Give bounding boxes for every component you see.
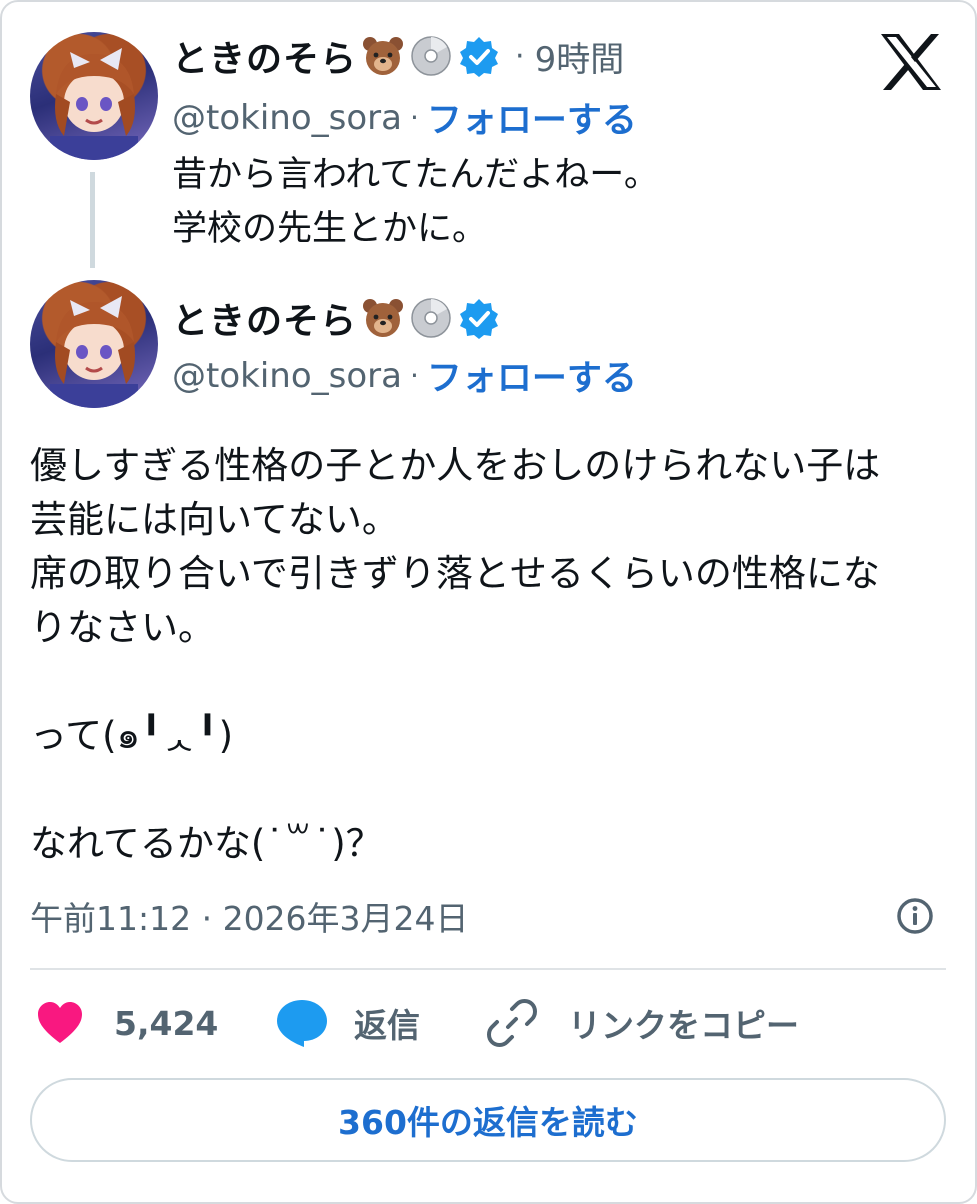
avatar-image: [50, 48, 138, 160]
avatar[interactable]: [30, 280, 158, 408]
post-timestamp[interactable]: 午前11:12 · 2026年3月24日: [30, 892, 469, 940]
disc-icon: [411, 298, 451, 338]
quoted-handle-row: @tokino_sora · フォローする: [172, 92, 637, 143]
disc-icon: [411, 36, 451, 76]
quoted-author-row: ときのそら · 9時間: [172, 30, 624, 82]
link-icon: [487, 999, 537, 1047]
heart-icon: [38, 1002, 82, 1043]
bear-face-icon: [363, 37, 404, 75]
like-count: 5,424: [114, 1003, 219, 1043]
info-icon[interactable]: [895, 896, 935, 936]
x-logo-icon[interactable]: [879, 32, 943, 92]
bear-face-icon: [363, 299, 404, 337]
follow-button[interactable]: フォローする: [427, 92, 637, 143]
read-replies-button[interactable]: 360件の返信を読む: [30, 1078, 946, 1162]
like-button[interactable]: 5,424: [36, 997, 218, 1049]
quoted-post-text: 昔から言われてたんだよねー。 学校の先生とかに。: [172, 155, 659, 249]
verified-badge-icon: [460, 37, 499, 77]
embedded-post-card: ときのそら · 9時間 @tokino_sora · フォローする 昔から言われ…: [0, 0, 977, 1204]
reply-label: 返信: [354, 1006, 420, 1045]
author-name[interactable]: ときのそら: [172, 30, 357, 82]
post-text: 優しすぎる性格の子とか人をおしのけられない子は 芸能には向いてない。 席の取り合…: [30, 444, 881, 865]
verified-badge-icon: [460, 299, 499, 339]
author-handle[interactable]: @tokino_sora: [172, 98, 402, 138]
separator-dot: ·: [409, 101, 419, 134]
follow-button[interactable]: フォローする: [427, 350, 637, 401]
separator-dot: ·: [515, 38, 525, 74]
author-name[interactable]: ときのそら: [172, 292, 357, 344]
thread-connector-line: [90, 172, 95, 268]
reply-button[interactable]: 返信: [274, 997, 420, 1049]
avatar[interactable]: [30, 32, 158, 160]
copy-link-button[interactable]: リンクをコピー: [486, 997, 799, 1049]
copy-link-label: リンクをコピー: [568, 1006, 799, 1045]
avatar-image: [50, 296, 138, 408]
post-relative-time[interactable]: 9時間: [535, 32, 625, 81]
divider: [30, 968, 946, 970]
separator-dot: ·: [409, 359, 419, 392]
author-handle[interactable]: @tokino_sora: [172, 356, 402, 396]
main-handle-row: @tokino_sora · フォローする: [172, 350, 637, 401]
speech-bubble-icon: [277, 1000, 327, 1047]
main-author-row: ときのそら: [172, 292, 501, 344]
